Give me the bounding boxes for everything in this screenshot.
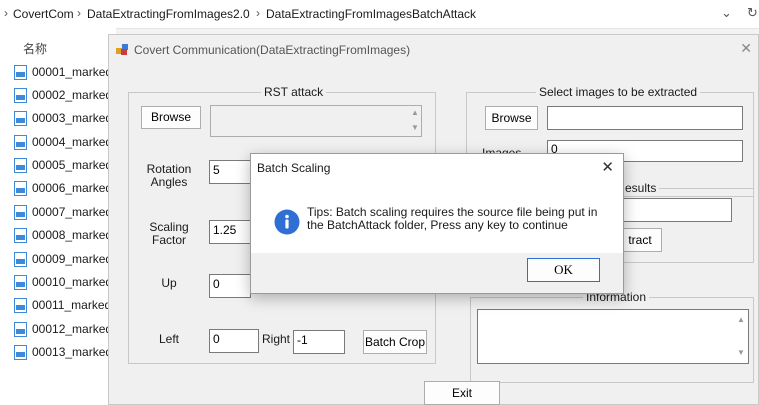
file-list: 名称 00001_marked 00002_marked 00003_marke… (0, 28, 116, 405)
chevron-down-icon[interactable]: ⌄ (721, 5, 732, 21)
image-file-icon (14, 205, 27, 220)
image-file-icon (14, 322, 27, 337)
breadcrumb-item-project[interactable]: DataExtractingFromImages2.0 (87, 7, 250, 21)
file-name: 00001_marked (32, 65, 113, 79)
scaling-factor-input[interactable]: 1.25 (209, 220, 251, 244)
file-name: 00003_marked (32, 111, 113, 125)
right-input[interactable]: -1 (293, 330, 345, 354)
batch-crop-button[interactable]: Batch Crop (363, 330, 427, 354)
column-header-name[interactable]: 名称 (23, 40, 47, 57)
file-name: 00010_marked (32, 275, 113, 289)
right-label: Right (262, 332, 291, 346)
breadcrumb-item-folder[interactable]: DataExtractingFromImages (266, 7, 412, 21)
file-name: 00005_marked (32, 158, 113, 172)
info-icon (274, 209, 300, 235)
image-file-icon (14, 135, 27, 150)
image-file-icon (14, 181, 27, 196)
information-group: Information ▲ ▼ (470, 290, 754, 383)
breadcrumb-separator: › (77, 6, 81, 20)
app-icon (116, 44, 128, 55)
file-name: 00013_marked (32, 345, 113, 359)
dialog-title: Batch Scaling (257, 161, 331, 175)
breadcrumb-separator: › (402, 6, 406, 20)
scaling-factor-label: Scaling Factor (149, 220, 189, 247)
up-input[interactable]: 0 (209, 274, 251, 298)
left-input[interactable]: 0 (209, 329, 259, 353)
image-file-icon (14, 228, 27, 243)
file-name: 00008_marked (32, 228, 113, 242)
window-title-bar: Covert Communication(DataExtractingFromI… (109, 35, 758, 63)
group-caption: esults (622, 181, 660, 195)
file-name: 00011_marked (32, 298, 112, 312)
extract-button[interactable]: tract (618, 228, 662, 252)
breadcrumb-separator: › (4, 6, 8, 20)
image-file-icon (14, 275, 27, 290)
select-file-field[interactable] (547, 106, 743, 130)
select-browse-button[interactable]: Browse (485, 106, 538, 130)
breadcrumb-item-batchattack[interactable]: BatchAttack (412, 7, 476, 21)
left-label: Left (158, 332, 179, 346)
up-label: Up (161, 276, 177, 290)
file-name: 00004_marked (32, 135, 113, 149)
image-file-icon (14, 158, 27, 173)
image-file-icon (14, 65, 27, 80)
scroll-down-icon[interactable]: ▼ (411, 123, 419, 132)
file-name: 00002_marked (32, 88, 113, 102)
image-file-icon (14, 345, 27, 360)
rst-file-field[interactable] (210, 105, 422, 137)
scroll-up-icon[interactable]: ▲ (411, 108, 419, 117)
image-file-icon (14, 298, 27, 313)
rst-browse-button[interactable]: Browse (141, 106, 201, 129)
file-name: 00006_marked (32, 181, 113, 195)
file-name: 00007_marked (32, 205, 113, 219)
close-icon[interactable]: ✕ (601, 158, 614, 176)
rotation-angles-input[interactable]: 5 (209, 160, 251, 184)
refresh-icon[interactable]: ↻ (747, 5, 758, 21)
exit-button[interactable]: Exit (424, 381, 500, 405)
results-field[interactable] (618, 198, 732, 222)
file-name: 00012_marked (32, 322, 113, 336)
file-name: 00009_marked (32, 252, 113, 266)
image-file-icon (14, 252, 27, 267)
image-file-icon (14, 111, 27, 126)
ok-button[interactable]: OK (527, 258, 600, 282)
close-icon[interactable]: ✕ (740, 40, 752, 57)
window-title: Covert Communication(DataExtractingFromI… (134, 43, 411, 57)
information-textarea[interactable] (477, 309, 749, 364)
breadcrumb: › CovertCom › DataExtractingFromImages2.… (0, 0, 759, 29)
breadcrumb-item-covertcom[interactable]: CovertCom (13, 7, 74, 21)
group-caption: Select images to be extracted (536, 85, 701, 99)
batch-scaling-dialog: Batch Scaling ✕ Tips: Batch scaling requ… (250, 153, 624, 294)
group-caption: RST attack (261, 85, 327, 99)
image-file-icon (14, 88, 27, 103)
scroll-down-icon[interactable]: ▼ (737, 348, 745, 357)
breadcrumb-separator: › (256, 6, 260, 20)
rotation-angles-label: Rotation Angles (146, 162, 192, 189)
dialog-message: Tips: Batch scaling requires the source … (307, 205, 598, 232)
scroll-up-icon[interactable]: ▲ (737, 315, 745, 324)
